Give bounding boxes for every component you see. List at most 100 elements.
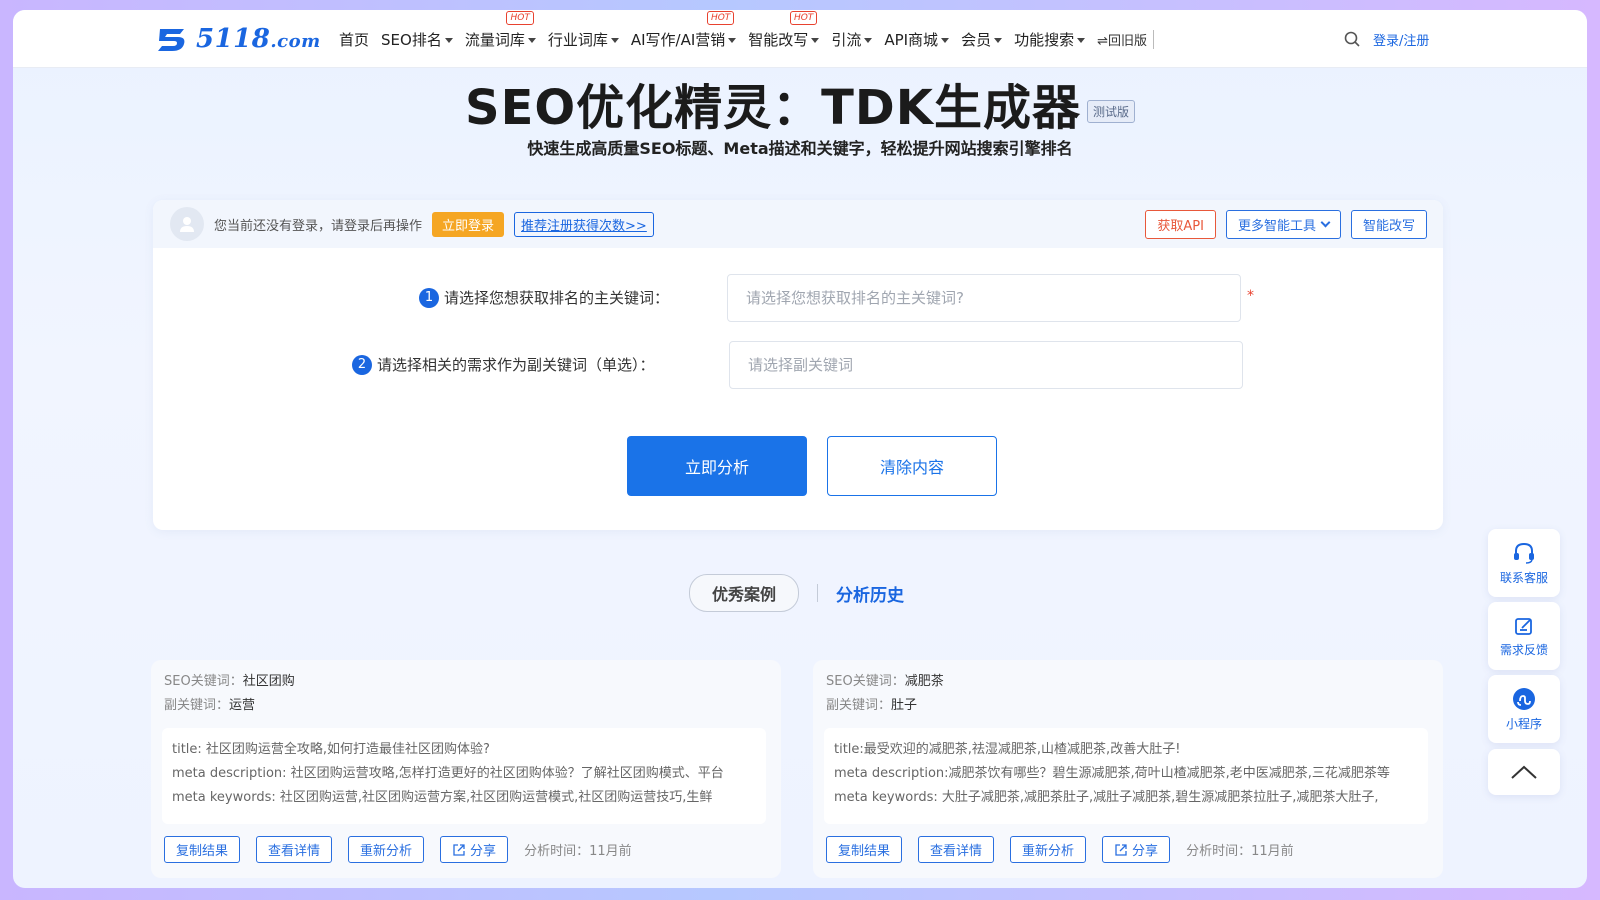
user-icon bbox=[180, 217, 194, 232]
caret-down-icon bbox=[864, 37, 873, 43]
result-description: meta description: 社区团购运营攻略,怎样打造更好的社区团购体验… bbox=[172, 766, 724, 781]
case-card: SEO关键词：社区团购 副关键词：运营 title: 社区团购运营全攻略,如何打… bbox=[151, 660, 781, 878]
nav-item[interactable]: 流量词库 HOT bbox=[464, 10, 536, 50]
old-version-link[interactable]: ⇌回旧版 bbox=[1097, 29, 1154, 49]
feedback-label: 需求反馈 bbox=[1499, 642, 1548, 657]
login-now-button[interactable]: 立即登录 bbox=[432, 211, 505, 237]
page-title: SEO优化精灵：TDK生成器 bbox=[465, 80, 1081, 136]
step2-label-row: 2 请选择相关的需求作为副关键词（单选）： bbox=[352, 354, 655, 375]
nav-item[interactable]: 引流 bbox=[831, 29, 873, 50]
hot-badge: HOT bbox=[706, 10, 735, 25]
more-tools-label: 更多智能工具 bbox=[1237, 219, 1316, 234]
back-to-top-button[interactable] bbox=[1488, 749, 1560, 795]
main-nav: 首页 SEO排名 流量词库 HOT 行业词库 AI写作/AI营销 HOT 智能改写 HOT 引流 A… bbox=[339, 10, 1166, 68]
analysis-time: 分析时间：11月前 bbox=[1186, 844, 1294, 859]
tab-divider bbox=[817, 584, 819, 602]
tab-history[interactable]: 分析历史 bbox=[836, 581, 904, 606]
avatar bbox=[170, 207, 204, 241]
reanalyze-button[interactable]: 重新分析 bbox=[1010, 836, 1087, 863]
nav-item-label: SEO排名 bbox=[381, 30, 442, 49]
result-keywords: meta keywords: 大肚子减肥茶,减肥茶肚子,减肚子减肥茶,碧生源减肥… bbox=[834, 790, 1379, 805]
main-keyword-input[interactable] bbox=[727, 274, 1241, 322]
caret-down-icon bbox=[527, 37, 536, 43]
share-icon bbox=[453, 843, 465, 856]
nav-item-label: 流量词库 bbox=[464, 30, 525, 49]
share-label: 分享 bbox=[1132, 844, 1159, 859]
view-detail-button[interactable]: 查看详情 bbox=[256, 836, 333, 863]
result-keywords: meta keywords: 社区团购运营,社区团购运营方案,社区团购运营模式,… bbox=[172, 790, 713, 805]
login-notice: 您当前还没有登录，请登录后再操作 bbox=[214, 218, 423, 234]
more-tools-dropdown[interactable]: 更多智能工具 bbox=[1225, 210, 1341, 239]
nav-item[interactable]: 智能改写 HOT bbox=[748, 10, 820, 50]
result-title: title: 社区团购运营全攻略,如何打造最佳社区团购体验? bbox=[172, 742, 490, 757]
chevron-up-icon bbox=[1511, 765, 1537, 779]
step1-number: 1 bbox=[419, 287, 439, 308]
share-icon bbox=[1115, 843, 1127, 856]
share-button[interactable]: 分享 bbox=[1102, 836, 1171, 863]
nav-item[interactable]: 功能搜索 bbox=[1014, 29, 1086, 50]
case-actions: 复制结果 查看详情 重新分析 分享 分析时间：11月前 bbox=[164, 836, 632, 863]
copy-result-button[interactable]: 复制结果 bbox=[164, 836, 241, 863]
smart-rewrite-button[interactable]: 智能改写 bbox=[1350, 210, 1427, 239]
step2-number: 2 bbox=[352, 354, 372, 375]
share-button[interactable]: 分享 bbox=[440, 836, 509, 863]
contact-service-button[interactable]: 联系客服 bbox=[1488, 529, 1560, 597]
nav-item-label: 引流 bbox=[831, 30, 862, 49]
sub-keyword-line: 副关键词：肚子 bbox=[826, 698, 918, 713]
case-card: SEO关键词：减肥茶 副关键词：肚子 title:最受欢迎的减肥茶,祛湿减肥茶,… bbox=[813, 660, 1443, 878]
copy-result-button[interactable]: 复制结果 bbox=[826, 836, 903, 863]
logo-text: 5118.com bbox=[196, 24, 321, 54]
nav-item-label: API商城 bbox=[884, 30, 939, 49]
card-toolbar: 您当前还没有登录，请登录后再操作 立即登录 推荐注册获得次数>> 获取API 更… bbox=[153, 200, 1443, 248]
reanalyze-button[interactable]: 重新分析 bbox=[348, 836, 425, 863]
analyze-button[interactable]: 立即分析 bbox=[627, 436, 807, 496]
caret-down-icon bbox=[941, 37, 950, 43]
caret-down-icon bbox=[610, 37, 619, 43]
nav-item-label: 功能搜索 bbox=[1014, 30, 1075, 49]
share-label: 分享 bbox=[470, 844, 497, 859]
nav-item[interactable]: SEO排名 bbox=[381, 29, 453, 50]
tdk-result-box: title:最受欢迎的减肥茶,祛湿减肥茶,山楂减肥茶,改善大肚子! meta d… bbox=[824, 728, 1428, 824]
hot-badge: HOT bbox=[506, 10, 534, 25]
sub-keyword-input[interactable] bbox=[729, 341, 1243, 389]
get-api-button[interactable]: 获取API bbox=[1145, 210, 1216, 239]
site-logo[interactable]: 5118.com bbox=[154, 24, 321, 54]
clear-button[interactable]: 清除内容 bbox=[827, 436, 997, 496]
toolbar-right-actions: 获取API 更多智能工具 智能改写 bbox=[1135, 210, 1427, 239]
step1-label: 请选择您想获取排名的主关键词： bbox=[444, 289, 670, 307]
result-description: meta description:减肥茶饮有哪些？碧生源减肥茶,荷叶山楂减肥茶,… bbox=[834, 766, 1390, 781]
nav-item[interactable]: 行业词库 bbox=[548, 29, 619, 50]
nav-item[interactable]: 会员 bbox=[961, 29, 1003, 50]
login-register-link[interactable]: 登录/注册 bbox=[1373, 30, 1429, 49]
required-mark: * bbox=[1247, 288, 1254, 304]
miniprogram-button[interactable]: 小程序 bbox=[1488, 675, 1560, 743]
view-detail-button[interactable]: 查看详情 bbox=[918, 836, 995, 863]
result-title: title:最受欢迎的减肥茶,祛湿减肥茶,山楂减肥茶,改善大肚子! bbox=[834, 742, 1181, 757]
tab-cases[interactable]: 优秀案例 bbox=[689, 574, 800, 612]
nav-item-label: 智能改写 bbox=[748, 30, 809, 49]
nav-item[interactable]: AI写作/AI营销 HOT bbox=[630, 10, 737, 50]
miniprogram-label: 小程序 bbox=[1505, 716, 1542, 731]
caret-down-icon bbox=[1077, 37, 1086, 43]
hero-title-row: SEO优化精灵：TDK生成器 测试版 bbox=[13, 68, 1587, 138]
caret-down-icon bbox=[811, 37, 820, 43]
headset-icon bbox=[1514, 542, 1534, 564]
caret-down-icon bbox=[994, 37, 1003, 43]
edit-feedback-icon bbox=[1515, 617, 1532, 635]
browser-frame: 5118.com 首页 SEO排名 流量词库 HOT 行业词库 AI写作/AI营销 HOT 智… bbox=[13, 10, 1587, 888]
feedback-button[interactable]: 需求反馈 bbox=[1488, 602, 1560, 670]
step2-label: 请选择相关的需求作为副关键词（单选）： bbox=[377, 356, 655, 374]
beta-badge: 测试版 bbox=[1086, 99, 1135, 123]
search-icon[interactable] bbox=[1343, 30, 1361, 48]
nav-item-label: AI写作/AI营销 bbox=[630, 30, 726, 49]
hot-badge: HOT bbox=[789, 10, 818, 25]
result-tabs: 优秀案例 分析历史 bbox=[689, 574, 904, 612]
top-navigation-bar: 5118.com 首页 SEO排名 流量词库 HOT 行业词库 AI写作/AI营销 HOT 智… bbox=[13, 10, 1587, 68]
nav-item[interactable]: 首页 bbox=[339, 29, 369, 50]
register-bonus-link[interactable]: 推荐注册获得次数>> bbox=[514, 211, 654, 237]
nav-item[interactable]: API商城 bbox=[884, 29, 950, 50]
caret-down-icon bbox=[728, 37, 737, 43]
page-subtitle: 快速生成高质量SEO标题、Meta描述和关键字，轻松提升网站搜索引擎排名 bbox=[527, 139, 1073, 158]
miniprogram-icon bbox=[1513, 687, 1535, 710]
chevron-down-icon bbox=[1320, 217, 1331, 228]
